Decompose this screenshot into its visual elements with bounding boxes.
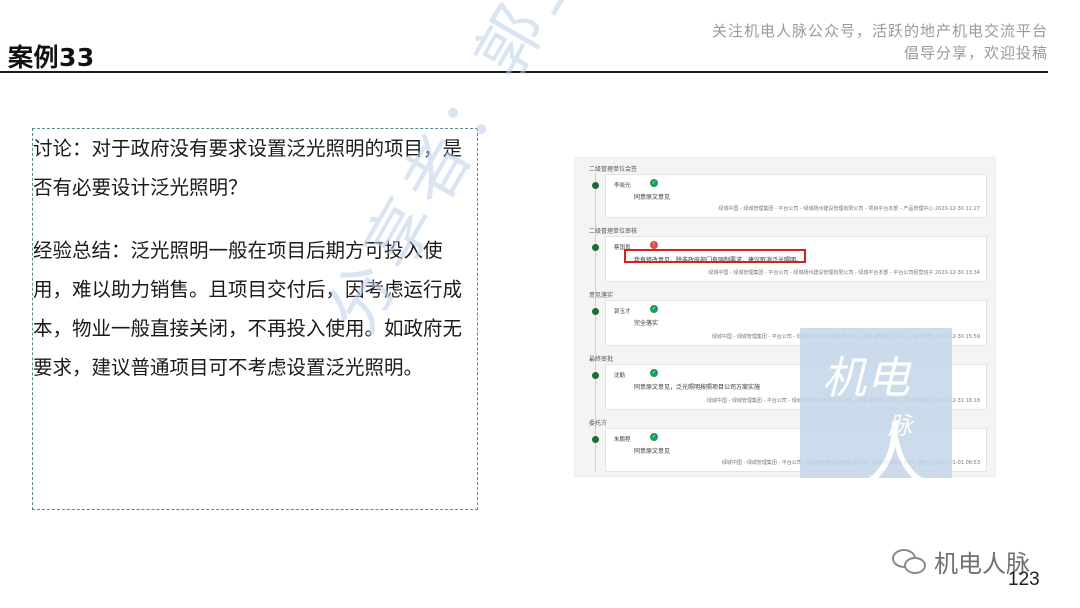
approved-check-icon: ✓ [650,179,658,187]
approver-name: 朱鹏程 [614,437,631,443]
section-label: 二级管理单位会签 [589,166,638,173]
approved-check-icon: ✓ [650,369,658,377]
approval-comment: 同意原文意见 [634,194,671,201]
discussion-box: 讨论：对于政府没有要求设置泛光照明的项目，是否有必要设计泛光照明？ 经验总结：泛… [32,128,478,510]
experience-summary: 经验总结：泛光照明一般在项目后期方可投入使用，难以助力销售。且项目交付后，因考虑… [33,239,463,379]
timeline-node [592,372,599,379]
approval-comment: 完全落实 [634,320,659,327]
timeline-rail [595,172,596,472]
section-label: 委托方 [589,420,608,427]
approved-check-icon: ✓ [650,305,658,313]
approver-name: 郭玉才 [614,309,631,315]
approval-comment: 同意原文意见 [634,448,671,455]
section-label: 意见落实 [589,292,614,299]
approver-name: 李晓光 [614,183,631,189]
approval-meta: 绿城中国 - 绿城管理集团 - 平台公司 - 绿城杨州建设管理有限公司 - 绿城… [708,270,980,276]
page-number: 123 [1008,569,1040,590]
section-label: 最终审批 [589,356,614,363]
rejected-alert-icon: ! [650,241,658,249]
title-divider [0,71,1048,73]
approval-card: 李晓光 ✓ 同意原文意见 绿城中国 - 绿城管理集团 - 平台公司 - 绿城杨州… [605,174,987,218]
approver-name: 沈勤 [614,373,626,379]
approved-check-icon: ✓ [650,433,658,441]
watermark-logo: 机电 人 脉 [800,328,952,497]
timeline-node [592,182,599,189]
approval-meta: 绿城中国 - 绿城管理集团 - 平台公司 - 绿城杨州建设管理有限公司 - 项目… [718,206,980,212]
timeline-node [592,244,599,251]
discussion-question: 讨论：对于政府没有要求设置泛光照明的项目，是否有必要设计泛光照明？ [33,137,463,199]
highlight-box [624,249,806,263]
wechat-icon [890,547,930,577]
timeline-node [592,436,599,443]
timeline-node [592,308,599,315]
watermark-logo-text: 脉 [888,412,912,440]
section-label: 二级管理单位审核 [589,228,638,235]
header-note-line1: 关注机电人脉公众号，活跃的地产机电交流平台 [711,22,1048,40]
header-note: 关注机电人脉公众号，活跃的地产机电交流平台 倡导分享，欢迎投稿 [712,20,1048,64]
header-note-line2: 倡导分享，欢迎投稿 [903,44,1048,62]
slide-title: 案例33 [8,43,95,72]
approval-comment: 同意原文意见，泛光照明按照项目公司方案实施 [634,384,761,391]
watermark-logo-text: 机电 [822,353,910,404]
